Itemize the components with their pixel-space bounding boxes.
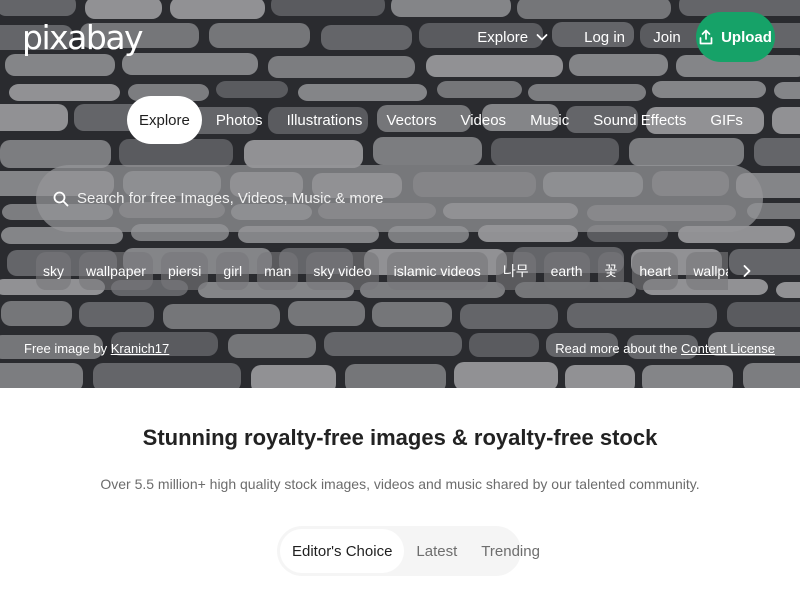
search-chip[interactable]: girl [216, 252, 250, 290]
search-chip[interactable]: 꽃 [597, 252, 625, 290]
suggested-searches: sky wallpaper piersi girl man sky video … [36, 252, 728, 290]
hero-banner: pixabay Explore Log in Join Upload Explo… [0, 0, 800, 388]
chevron-down-icon [536, 34, 548, 41]
search-input[interactable] [77, 178, 763, 219]
join-button[interactable]: Join [644, 12, 690, 62]
search-bar[interactable] [36, 165, 763, 232]
explore-menu[interactable]: Explore [477, 12, 548, 62]
category-music[interactable]: Music [518, 96, 581, 144]
category-photos[interactable]: Photos [204, 96, 275, 144]
search-chip[interactable]: sky video [306, 252, 379, 290]
credit-prefix: Free image by [24, 341, 108, 356]
search-chip[interactable]: wallpaper [79, 252, 153, 290]
content-license-note: Read more about the Content License [555, 341, 775, 356]
category-gifs[interactable]: GIFs [698, 96, 755, 144]
page-subheadline: Over 5.5 million+ high quality stock ima… [100, 476, 700, 492]
category-videos[interactable]: Videos [448, 96, 518, 144]
chevron-right-icon[interactable] [735, 257, 759, 285]
search-chip[interactable]: islamic videos [386, 252, 488, 290]
image-credit: Free image by Kranich17 [24, 341, 169, 356]
credit-author-link[interactable]: Kranich17 [111, 341, 170, 356]
category-vectors[interactable]: Vectors [374, 96, 448, 144]
tab-latest[interactable]: Latest [404, 529, 469, 573]
category-tabs: Explore Photos Illustrations Vectors Vid… [127, 96, 755, 144]
upload-label: Upload [721, 28, 772, 46]
category-explore[interactable]: Explore [127, 96, 202, 144]
pixabay-logo[interactable]: pixabay [22, 16, 144, 60]
search-chip[interactable]: earth [543, 252, 590, 290]
category-illustrations[interactable]: Illustrations [275, 96, 375, 144]
category-sound-effects[interactable]: Sound Effects [581, 96, 698, 144]
search-chip[interactable]: 나무 [495, 252, 536, 290]
search-chip[interactable]: sky [36, 252, 71, 290]
tab-editors-choice[interactable]: Editor's Choice [280, 529, 405, 573]
license-prefix: Read more about the [555, 341, 678, 356]
search-chip[interactable]: wallpaper for mobile [686, 252, 728, 290]
search-icon[interactable] [53, 191, 69, 207]
page-headline: Stunning royalty-free images & royalty-f… [142, 425, 658, 450]
upload-button[interactable]: Upload [696, 12, 775, 62]
content-license-link[interactable]: Content License [681, 341, 775, 356]
top-navigation: Explore Log in Join Upload [477, 12, 775, 62]
search-chip[interactable]: man [257, 252, 299, 290]
search-chip[interactable]: heart [632, 252, 679, 290]
explore-label: Explore [477, 28, 529, 46]
search-chip[interactable]: piersi [160, 252, 209, 290]
feed-tabs: Editor's Choice Latest Trending [277, 526, 540, 576]
login-link[interactable]: Log in [584, 12, 625, 62]
tab-trending[interactable]: Trending [469, 529, 552, 573]
upload-icon [699, 29, 713, 45]
